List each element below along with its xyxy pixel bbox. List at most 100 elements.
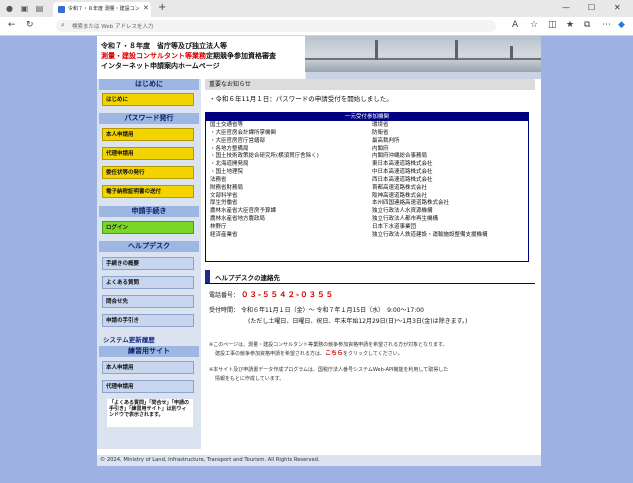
agency-item: 西日本高速道路株式会社	[372, 176, 433, 183]
footer: © 2024, Ministry of Land, Infrastructure…	[97, 455, 541, 466]
site-header: 令和７・８年度 省庁等及び独立法人等 測量・建設コンサルタント等業務定期競争参加…	[97, 36, 541, 79]
header-line1: 令和７・８年度 省庁等及び独立法人等	[101, 42, 227, 50]
close-window-icon[interactable]: ✕	[614, 3, 621, 12]
delegate-issue-button[interactable]: 委任状等の発行	[102, 166, 194, 179]
agency-item: 首都高速道路株式会社	[372, 184, 428, 191]
agency-item: ・大臣官房官庁営繕部	[210, 137, 266, 144]
window-note: 「よくある質問」「問合せ」「申請の手引き」「練習用サイト」は別ウィンドウで表示さ…	[107, 399, 193, 427]
notice-text: ・令和６年11月１日：パスワードの申請受付を開始しました。	[209, 95, 393, 103]
read-aloud-icon[interactable]: A	[512, 20, 518, 30]
contact-button[interactable]: 問合せ先	[102, 295, 194, 308]
remark1-text: 建設工事の競争参加資格申請を希望される方は、	[215, 351, 326, 357]
system-history-link[interactable]: システム更新履歴	[103, 334, 155, 344]
agency-item: 中日本高速道路株式会社	[372, 169, 433, 176]
agency-item: 国土交通省等	[210, 122, 244, 128]
favorite-star-icon[interactable]: ☆	[530, 20, 538, 30]
back-icon[interactable]: ←	[8, 20, 16, 30]
collections-icon[interactable]: ⧉	[584, 20, 590, 30]
header-strip	[97, 72, 541, 79]
agency-item: 農林水産省大臣官房予算課	[210, 208, 277, 215]
agency-item: 日本下水道事業団	[372, 223, 417, 230]
browser-chrome: ● ▣ ▤ 令和７・８年度 測量・建設コンサル ✕ + — ☐ ✕ ← ↻ ⌕ …	[0, 0, 633, 36]
agency-item: 最高裁判所	[372, 137, 400, 144]
remark2-line1: ※本サイト及び申請書データ作成プログラムは、国税庁法人番号システムWeb-API…	[209, 367, 449, 373]
address-bar[interactable]: ⌕ 検索または Web アドレスを入力	[56, 20, 496, 32]
password-main-button[interactable]: 本人申請用	[102, 128, 194, 141]
agency-item: 林野庁	[210, 223, 227, 230]
agency-item: 防衛省	[372, 129, 389, 136]
hours-row: 受付時間： 令和６年11月１日（金）～ 令和７年１月15日（水） 9:00～17…	[209, 305, 424, 314]
agency-item: ・大臣官房会計課所掌機関	[210, 129, 277, 136]
remark1-line1: ※このページは、測量・建設コンサルタント等業務の競争参加資格申請を希望される方が…	[209, 342, 448, 348]
agencies-table-header: 一元受付参加機関	[206, 113, 528, 121]
tab-strip: ● ▣ ▤ 令和７・８年度 測量・建設コンサル ✕ + — ☐ ✕	[0, 0, 633, 17]
section-helpdesk: ヘルプデスク	[99, 241, 199, 252]
section-marker	[205, 270, 210, 283]
section-password: パスワード発行	[99, 113, 199, 124]
section-practice: 練習用サイト	[99, 346, 199, 357]
login-button[interactable]: ログイン	[102, 221, 194, 234]
helpdesk-section: ヘルプデスクの連絡先	[205, 269, 535, 284]
close-tab-icon[interactable]: ✕	[143, 4, 149, 12]
tax-cert-button[interactable]: 電子納税証明書の送付	[102, 185, 194, 198]
hours-note: (ただし土曜日、日曜日、祝日、年末年始12月29日(日)～1月3日(金)は除きま…	[248, 318, 468, 325]
copilot-icon[interactable]: ◆	[618, 20, 625, 30]
maximize-icon[interactable]: ☐	[588, 3, 595, 12]
header-line2-red: 測量・建設コンサルタント等業務	[101, 52, 206, 60]
agencies-table: 一元受付参加機関 国土交通省等 ・大臣官房会計課所掌機関 ・大臣官房官庁営繕部 ・各地…	[205, 112, 529, 262]
agencies-right-column: 環境省 防衛省 最高裁判所 内閣府 内閣府沖縄総合事務局 東日本高速道路株式会社 中日本高速…	[372, 122, 488, 240]
tab-title: 令和７・８年度 測量・建設コンサル	[68, 6, 140, 12]
section-apply: 申請手続き	[99, 206, 199, 217]
favorites-icon[interactable]: ★	[566, 20, 574, 30]
phone-row: 電話番号： ０３-５５４２-０３５５	[209, 289, 334, 300]
new-tab-icon[interactable]: +	[158, 3, 166, 13]
agency-item: 独立行政法人水資源機構	[372, 208, 433, 215]
header-line2: 測量・建設コンサルタント等業務定期競争参加資格審査	[101, 51, 276, 61]
agency-item: 東日本高速道路株式会社	[372, 161, 433, 168]
favicon-icon	[58, 6, 65, 13]
agency-item: 農林水産省地方農政局	[210, 216, 266, 223]
web-page: 令和７・８年度 省庁等及び独立法人等 測量・建設コンサルタント等業務定期競争参加…	[97, 36, 541, 466]
agency-item: ・北海道開発局	[210, 161, 249, 168]
section-intro: はじめに	[99, 79, 199, 90]
agency-item: 法務省	[210, 176, 227, 183]
more-icon[interactable]: ⋯	[602, 20, 611, 30]
nav-bar: ← ↻ ⌕ 検索または Web アドレスを入力 A ☆ ◫ ★ ⧉ ⋯ ◆	[0, 17, 633, 35]
agency-item: 財務省財務局	[210, 184, 244, 191]
important-notice-title: 重要なお知らせ	[205, 79, 535, 90]
construction-link[interactable]: こちら	[325, 350, 343, 357]
guide-button[interactable]: 申請の手引き	[102, 314, 194, 327]
intro-button[interactable]: はじめに	[102, 93, 194, 106]
browser-tab[interactable]: 令和７・８年度 測量・建設コンサル ✕	[53, 2, 151, 17]
minimize-icon[interactable]: —	[562, 3, 570, 12]
profile-icon[interactable]: ●	[5, 4, 14, 13]
remark2-line2: 情報をもとに作成しています。	[215, 376, 285, 382]
header-line3: インターネット申請案内ホームページ	[101, 62, 220, 70]
phone-number: ０３-５５４２-０３５５	[240, 290, 335, 299]
helpdesk-title: ヘルプデスクの連絡先	[215, 274, 280, 282]
sidebar: はじめに はじめに パスワード発行 本人申請用 代理申請用 委任状等の発行 電子…	[97, 79, 201, 449]
remark1-line2: 建設工事の競争参加資格申請を希望される方は、こちらをクリックしてください。	[215, 350, 403, 358]
remark1-tail: をクリックしてください。	[343, 351, 403, 357]
address-placeholder: 検索または Web アドレスを入力	[72, 24, 154, 30]
password-agent-button[interactable]: 代理申請用	[102, 147, 194, 160]
agency-item: 独立行政法人都市再生機構	[372, 216, 439, 223]
refresh-icon[interactable]: ↻	[26, 20, 34, 30]
agencies-left-column: 国土交通省等 ・大臣官房会計課所掌機関 ・大臣官房官庁営繕部 ・各地方整備局 ・国土技術…	[210, 122, 319, 240]
split-screen-icon[interactable]: ◫	[548, 20, 557, 30]
agency-item: ・国土地理院	[210, 169, 244, 176]
workspaces-icon[interactable]: ▣	[20, 4, 29, 13]
practice-agent-button[interactable]: 代理申請用	[102, 380, 194, 393]
faq-button[interactable]: よくある質問	[102, 276, 194, 289]
agency-item: 独立行政法人鉄道建設・運輸施設整備支援機構	[372, 231, 488, 238]
overview-button[interactable]: 手続きの概要	[102, 257, 194, 270]
practice-main-button[interactable]: 本人申請用	[102, 361, 194, 374]
hours-text: 令和６年11月１日（金）～ 令和７年１月15日（水） 9:00～17:00	[240, 307, 424, 314]
agency-item: 環境省	[372, 122, 389, 128]
header-line2-black: 定期競争参加資格審査	[206, 52, 276, 60]
header-bridge-image	[305, 36, 541, 72]
phone-label: 電話番号：	[209, 292, 240, 299]
hours-label: 受付時間：	[209, 307, 240, 314]
agency-item: 経済産業省	[210, 231, 238, 238]
tab-actions-icon[interactable]: ▤	[35, 4, 44, 13]
